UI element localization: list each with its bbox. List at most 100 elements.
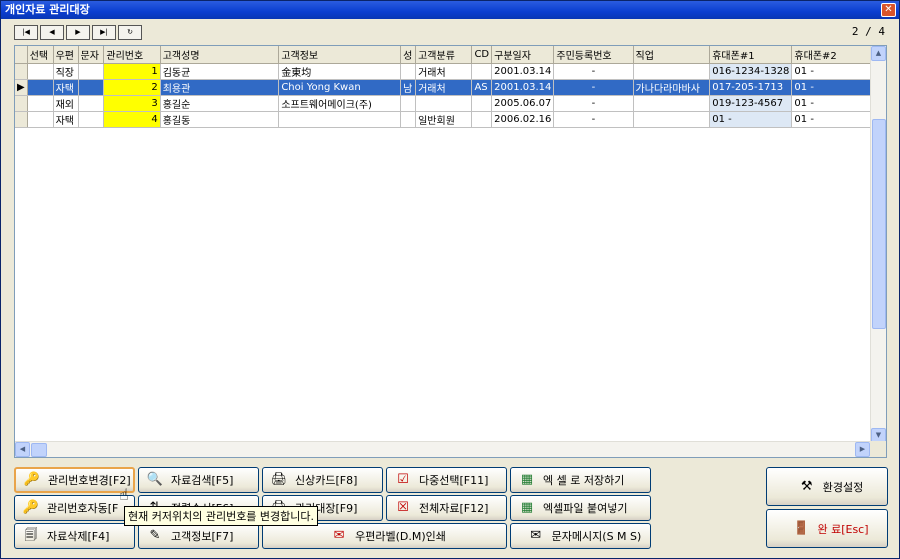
column-header[interactable]: 주민등록번호 bbox=[553, 46, 634, 64]
refresh-button[interactable]: ↻ bbox=[118, 25, 142, 40]
profile-card-button[interactable]: 🖨 신상카드[F8] bbox=[262, 467, 383, 493]
grid-cell[interactable] bbox=[78, 111, 105, 128]
grid-cell[interactable] bbox=[78, 63, 105, 80]
grid-cell[interactable]: 재외 bbox=[53, 95, 79, 112]
table-row[interactable]: 재외 3 홍길순 소프트웨어메이크(주) 2005.06.07 - 019-12… bbox=[15, 95, 886, 112]
excel-paste-button[interactable]: ▦ 엑셀파일 붙여넣기 bbox=[510, 495, 651, 521]
grid-cell[interactable]: 01 - bbox=[791, 95, 872, 112]
settings-button[interactable]: ⚒ 환경설정 bbox=[766, 467, 888, 506]
next-record-button[interactable]: ▶ bbox=[66, 25, 90, 40]
grid-cell[interactable] bbox=[633, 111, 711, 128]
grid-cell[interactable] bbox=[400, 63, 417, 80]
all-data-button[interactable]: ☒ 전체자료[F12] bbox=[386, 495, 507, 521]
column-header[interactable]: 고객분류 bbox=[415, 46, 473, 64]
grid-cell[interactable]: 019-123-4567 bbox=[709, 95, 793, 112]
grid-cell[interactable]: 소프트웨어메이크(주) bbox=[278, 95, 402, 112]
table-row-selected[interactable]: ▶ 자택 2 최용관 Choi Yong Kwan 남 거래처 AS 2001.… bbox=[15, 79, 886, 96]
grid-cell[interactable]: 2005.06.07 bbox=[491, 95, 555, 112]
grid-cell[interactable]: 3 bbox=[103, 95, 161, 112]
grid-cell[interactable]: 가나다라마바사 bbox=[633, 79, 711, 96]
grid-cell[interactable] bbox=[471, 63, 493, 80]
grid-cell[interactable]: Choi Yong Kwan bbox=[278, 79, 402, 96]
grid-cell[interactable]: 최용관 bbox=[160, 79, 280, 96]
grid-cell[interactable]: - bbox=[553, 95, 634, 112]
column-header[interactable]: 휴대폰#1 bbox=[709, 46, 793, 64]
grid-cell[interactable]: 016-1234-1328 bbox=[709, 63, 793, 80]
sms-button[interactable]: ✉ 문자메시지(S M S) bbox=[510, 523, 651, 549]
grid-cell[interactable]: 김동균 bbox=[160, 63, 280, 80]
prev-record-button[interactable]: ◀ bbox=[40, 25, 64, 40]
grid-cell[interactable] bbox=[78, 79, 105, 96]
grid-cell[interactable]: 거래처 bbox=[415, 79, 473, 96]
column-header[interactable]: 구분일자 bbox=[491, 46, 555, 64]
grid-cell[interactable]: 017-205-1713 bbox=[709, 79, 793, 96]
grid-cell[interactable]: - bbox=[553, 63, 634, 80]
table-row[interactable]: 직장 1 김동균 金東均 거래처 2001.03.14 - 016-1234-1… bbox=[15, 63, 886, 80]
grid-cell[interactable]: 01 - bbox=[709, 111, 793, 128]
multi-select-button[interactable]: ☑ 다중선택[F11] bbox=[386, 467, 507, 493]
grid-cell[interactable] bbox=[27, 111, 54, 128]
vertical-scrollbar[interactable]: ▲ ▼ bbox=[870, 46, 886, 443]
grid-cell[interactable] bbox=[27, 79, 54, 96]
grid-cell[interactable]: 일반회원 bbox=[415, 111, 473, 128]
column-header[interactable]: 휴대폰#2 bbox=[791, 46, 872, 64]
scroll-right-icon[interactable]: ▶ bbox=[855, 442, 870, 457]
last-record-button[interactable]: ▶| bbox=[92, 25, 116, 40]
column-header[interactable]: 성 bbox=[400, 46, 417, 64]
mail-label-button[interactable]: ✉ 우편라벨(D.M)인쇄 bbox=[262, 523, 507, 549]
grid-cell[interactable]: - bbox=[553, 111, 634, 128]
change-id-button[interactable]: 🔑 관리번호변경[F2] bbox=[14, 467, 135, 493]
grid-cell[interactable] bbox=[278, 111, 402, 128]
column-header[interactable]: CD bbox=[471, 46, 493, 64]
first-record-button[interactable]: |◀ bbox=[14, 25, 38, 40]
grid-cell[interactable]: 1 bbox=[103, 63, 161, 80]
grid-cell[interactable]: 홍길순 bbox=[160, 95, 280, 112]
grid-cell[interactable]: 2 bbox=[103, 79, 161, 96]
table-row[interactable]: 자택 4 홍길동 일반회원 2006.02.16 - 01 - 01 - 1 bbox=[15, 111, 886, 128]
grid-cell[interactable]: 01 - bbox=[791, 63, 872, 80]
grid-cell[interactable]: 거래처 bbox=[415, 63, 473, 80]
column-header[interactable]: 고객정보 bbox=[278, 46, 402, 64]
grid-cell[interactable] bbox=[400, 111, 417, 128]
grid-cell[interactable]: 01 - bbox=[791, 111, 872, 128]
data-grid[interactable]: 선택 우편 문자 관리번호 고객성명 고객정보 성 고객분류 CD 구분일자 주… bbox=[14, 45, 887, 458]
grid-cell[interactable]: AS bbox=[471, 79, 493, 96]
grid-cell[interactable] bbox=[415, 95, 473, 112]
grid-cell[interactable] bbox=[633, 95, 711, 112]
horizontal-scroll-thumb[interactable] bbox=[31, 443, 47, 457]
horizontal-scrollbar[interactable]: ◀ ▶ bbox=[15, 441, 870, 457]
column-header[interactable]: 고객성명 bbox=[160, 46, 280, 64]
close-button[interactable]: ✕ bbox=[881, 3, 896, 17]
grid-cell[interactable]: 자택 bbox=[53, 111, 79, 128]
vertical-scroll-thumb[interactable] bbox=[872, 119, 886, 329]
grid-cell[interactable]: 직장 bbox=[53, 63, 79, 80]
grid-cell[interactable] bbox=[27, 95, 54, 112]
column-header[interactable]: 관리번호 bbox=[103, 46, 161, 64]
search-button[interactable]: 🔍 자료검색[F5] bbox=[138, 467, 259, 493]
grid-cell[interactable]: 2001.03.14 bbox=[491, 63, 555, 80]
column-header[interactable]: 직업 bbox=[633, 46, 711, 64]
grid-cell[interactable] bbox=[400, 95, 417, 112]
scroll-left-icon[interactable]: ◀ bbox=[15, 442, 30, 457]
grid-cell[interactable] bbox=[471, 95, 493, 112]
grid-cell[interactable]: - bbox=[553, 79, 634, 96]
grid-cell[interactable]: 金東均 bbox=[278, 63, 402, 80]
grid-cell[interactable]: 2006.02.16 bbox=[491, 111, 555, 128]
grid-cell[interactable] bbox=[78, 95, 105, 112]
delete-data-button[interactable]: 🗐 자료삭제[F4] bbox=[14, 523, 135, 549]
excel-save-button[interactable]: ▦ 엑 셀 로 저장하기 bbox=[510, 467, 651, 493]
grid-cell[interactable]: 홍길동 bbox=[160, 111, 280, 128]
grid-cell[interactable] bbox=[471, 111, 493, 128]
grid-cell[interactable]: 4 bbox=[103, 111, 161, 128]
grid-cell[interactable]: 2001.03.14 bbox=[491, 79, 555, 96]
grid-cell[interactable]: 자택 bbox=[53, 79, 79, 96]
grid-cell[interactable] bbox=[27, 63, 54, 80]
grid-cell[interactable] bbox=[633, 63, 711, 80]
scroll-up-icon[interactable]: ▲ bbox=[871, 46, 886, 61]
column-header[interactable]: 우편 bbox=[53, 46, 79, 64]
grid-cell[interactable]: 남 bbox=[400, 79, 417, 96]
column-header[interactable]: 선택 bbox=[27, 46, 54, 64]
auto-id-button[interactable]: 🔑 관리번호자동[F bbox=[14, 495, 135, 521]
exit-button[interactable]: 🚪 완 료[Esc] bbox=[766, 509, 888, 548]
column-header[interactable]: 문자 bbox=[78, 46, 105, 64]
